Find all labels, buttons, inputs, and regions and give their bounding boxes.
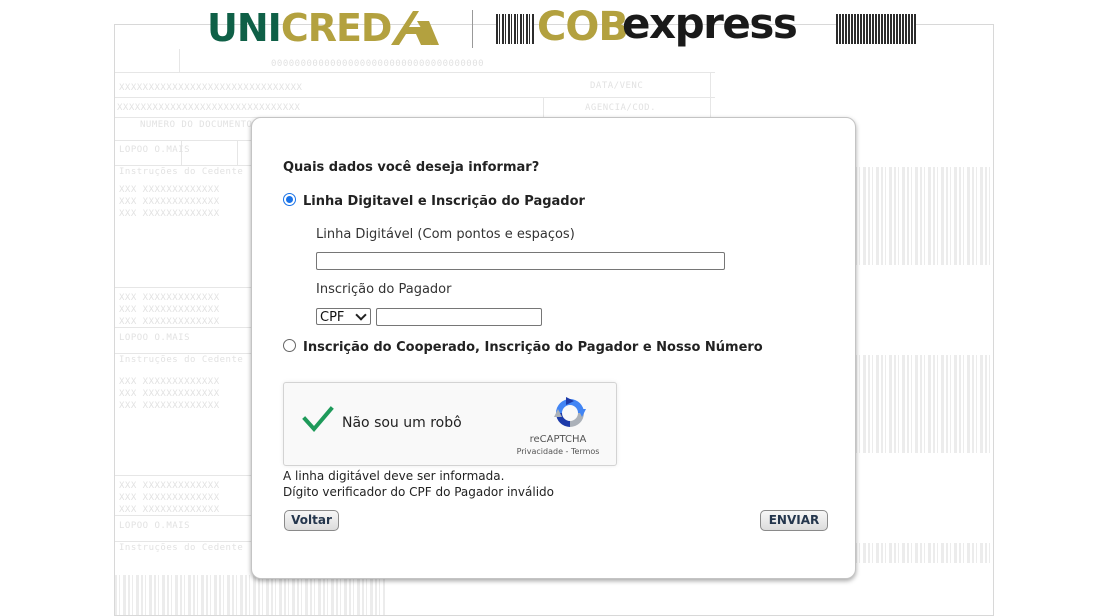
recaptcha-brand: reCAPTCHA (529, 434, 587, 445)
bg-text-row: XXX XXXXXXXXXXXXX (119, 209, 220, 219)
bg-text-row: XXX XXXXXXXXXXXXX (119, 401, 220, 411)
data-entry-dialog: Quais dados você deseja informar? Linha … (251, 117, 856, 579)
header: UNICRED COB express (0, 0, 1102, 52)
bg-text-row: XXX XXXXXXXXXXXXX (119, 481, 220, 491)
terms-link[interactable]: Termos (571, 447, 599, 456)
error-message-cpf: Dígito verificador do CPF do Pagador inv… (283, 485, 554, 499)
chevron-down-icon (355, 309, 367, 321)
inscricao-pagador-input[interactable] (376, 308, 542, 326)
bg-text-row: LOPOO O.MAIS (119, 145, 191, 155)
unicred-logo-part1: UNI (207, 6, 282, 50)
checkmark-icon[interactable] (302, 404, 334, 436)
bg-text-row: XXX XXXXXXXXXXXXX (119, 185, 220, 195)
option-inscricao-cooperado-label[interactable]: Inscrição do Cooperado, Inscrição do Pag… (303, 340, 763, 355)
radio-linha-digitavel[interactable] (283, 193, 296, 206)
cobexpress-logo-part1: COB (537, 4, 629, 50)
bg-text-row: LOPOO O.MAIS (119, 333, 191, 343)
bg-text-row: XXXXXXXXXXXXXXXXXXXXXXXXXXXXXXX (119, 83, 303, 93)
radio-inscricao-cooperado[interactable] (283, 339, 296, 352)
bg-text-row: DATA/VENC (590, 81, 644, 91)
privacy-link[interactable]: Privacidade (517, 447, 563, 456)
document-type-value: CPF (320, 310, 345, 325)
linha-digitavel-input[interactable] (316, 252, 725, 270)
recaptcha-logo-icon (554, 397, 586, 427)
bg-barcode (855, 167, 993, 265)
unicred-logo: UNICRED (207, 6, 393, 50)
link-separator: - (563, 447, 571, 456)
document-type-select[interactable]: CPF (316, 308, 371, 325)
error-message-linha: A linha digitável deve ser informada. (283, 469, 505, 483)
captcha-label: Não sou um robô (342, 415, 462, 431)
bg-barcode (115, 575, 385, 615)
bg-text-row: Instruções do Cedente (119, 355, 244, 365)
barcode-icon (836, 14, 916, 44)
unicred-emblem-icon (391, 11, 439, 45)
bg-text-row: Instruções do Cedente (119, 167, 244, 177)
bg-text-row: XXX XXXXXXXXXXXXX (119, 389, 220, 399)
bg-text-row: LOPOO O.MAIS (119, 521, 191, 531)
logo-separator (472, 10, 473, 48)
barcode-icon (496, 14, 534, 44)
option-linha-digitavel-label[interactable]: Linha Digitavel e Inscrição do Pagador (303, 194, 585, 209)
bg-text-row: XXX XXXXXXXXXXXXX (119, 505, 220, 515)
back-button[interactable]: Voltar (284, 510, 339, 531)
bg-text-row: XXX XXXXXXXXXXXXX (119, 377, 220, 387)
bg-text-row: XXX XXXXXXXXXXXXX (119, 293, 220, 303)
bg-text-row: XXX XXXXXXXXXXXXX (119, 305, 220, 315)
bg-text-row: XXX XXXXXXXXXXXXX (119, 197, 220, 207)
bg-barcode (855, 355, 993, 453)
bg-text-row: XXX XXXXXXXXXXXXX (119, 317, 220, 327)
recaptcha-links: Privacidade - Termos (514, 447, 602, 456)
bg-text-row: 000000000000000000000000000000000000 (271, 59, 485, 69)
linha-digitavel-label: Linha Digitável (Com pontos e espaços) (316, 227, 575, 242)
bg-text-row: AGENCIA/COD. (585, 103, 657, 113)
bg-text-row: XXXXXXXXXXXXXXXXXXXXXXXXXXXXXXX (117, 103, 301, 113)
bg-text-row: Instruções do Cedente (119, 543, 244, 553)
question-title: Quais dados você deseja informar? (283, 160, 540, 175)
inscricao-pagador-label: Inscrição do Pagador (316, 282, 452, 297)
submit-button[interactable]: ENVIAR (760, 510, 828, 531)
unicred-logo-part2: CRED (280, 6, 393, 50)
bg-text-row: NUMERO DO DOCUMENTO (140, 120, 253, 130)
recaptcha-widget[interactable]: Não sou um robô reCAPTCHA Privacidade - … (283, 382, 617, 466)
cobexpress-logo-part2: express (622, 0, 798, 48)
bg-text-row: XXX XXXXXXXXXXXXX (119, 493, 220, 503)
bg-barcode (855, 543, 993, 563)
